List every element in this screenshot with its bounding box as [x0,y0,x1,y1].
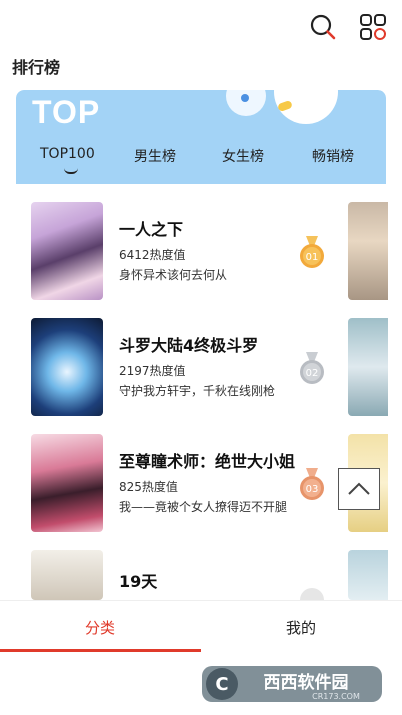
ranking-tabs: TOP100 男生榜 女生榜 畅销榜 [16,142,386,182]
nav-active-indicator [0,649,201,652]
tab-female[interactable]: 女生榜 [222,146,264,166]
search-icon[interactable] [308,12,338,42]
ranking-banner: TOP TOP100 男生榜 女生榜 畅销榜 [16,90,386,184]
svg-text:西西软件园: 西西软件园 [264,672,349,693]
svg-text:01: 01 [306,252,319,263]
comic-title[interactable]: 斗罗大陆4终极斗罗 [119,332,299,356]
chevron-up-icon [348,482,370,495]
nav-mine[interactable]: 我的 [286,617,316,638]
svg-text:03: 03 [306,484,319,495]
comic-title[interactable]: 19天 [119,568,299,592]
comic-heat: 825热度值 [119,480,178,494]
list-item[interactable]: 一人之下 6412热度值 身怀异术该何去何从 01 [0,202,402,302]
comic-desc: 我——竟被个女人撩得迈不开腿 [119,500,288,514]
tab-male[interactable]: 男生榜 [134,146,176,166]
bronze-medal-icon: 03 [300,468,324,500]
grid-apps-icon[interactable] [358,12,388,42]
svg-text:02: 02 [306,368,319,379]
banner-top-text: TOP [32,94,101,130]
side-comic-cover[interactable] [348,318,388,416]
svg-text:CR173.COM: CR173.COM [312,692,360,701]
section-title: 排行榜 [12,58,61,77]
comic-title[interactable]: 一人之下 [119,216,299,240]
gold-medal-icon: 01 [300,236,324,268]
silver-medal-icon: 02 [300,352,324,384]
side-comic-cover[interactable] [348,550,388,600]
nav-category[interactable]: 分类 [85,617,115,638]
rank-badge-icon [300,588,324,600]
banner-decoration [241,94,249,102]
top-bar [0,0,402,50]
tab-active-indicator [64,168,78,174]
comic-title[interactable]: 至尊瞳术师：绝世大小姐 [119,448,299,472]
site-watermark-logo: C 西西软件园 CR173.COM [202,666,382,702]
list-item[interactable]: 斗罗大陆4终极斗罗 2197热度值 守护我方轩宇，千秋在线刚枪 02 [0,318,402,418]
comic-cover[interactable] [31,318,103,416]
svg-text:C: C [215,674,228,695]
tab-top100[interactable]: TOP100 [40,146,95,162]
tab-bestseller[interactable]: 畅销榜 [312,146,354,166]
comic-heat: 2197热度值 [119,364,186,378]
comic-desc: 身怀异术该何去何从 [119,268,228,282]
comic-cover[interactable] [31,550,103,600]
comic-cover[interactable] [31,434,103,532]
scroll-to-top-button[interactable] [338,468,380,510]
side-comic-cover[interactable] [348,202,388,300]
comic-desc: 守护我方轩宇，千秋在线刚枪 [119,384,276,398]
comic-heat: 6412热度值 [119,248,186,262]
comic-cover[interactable] [31,202,103,300]
